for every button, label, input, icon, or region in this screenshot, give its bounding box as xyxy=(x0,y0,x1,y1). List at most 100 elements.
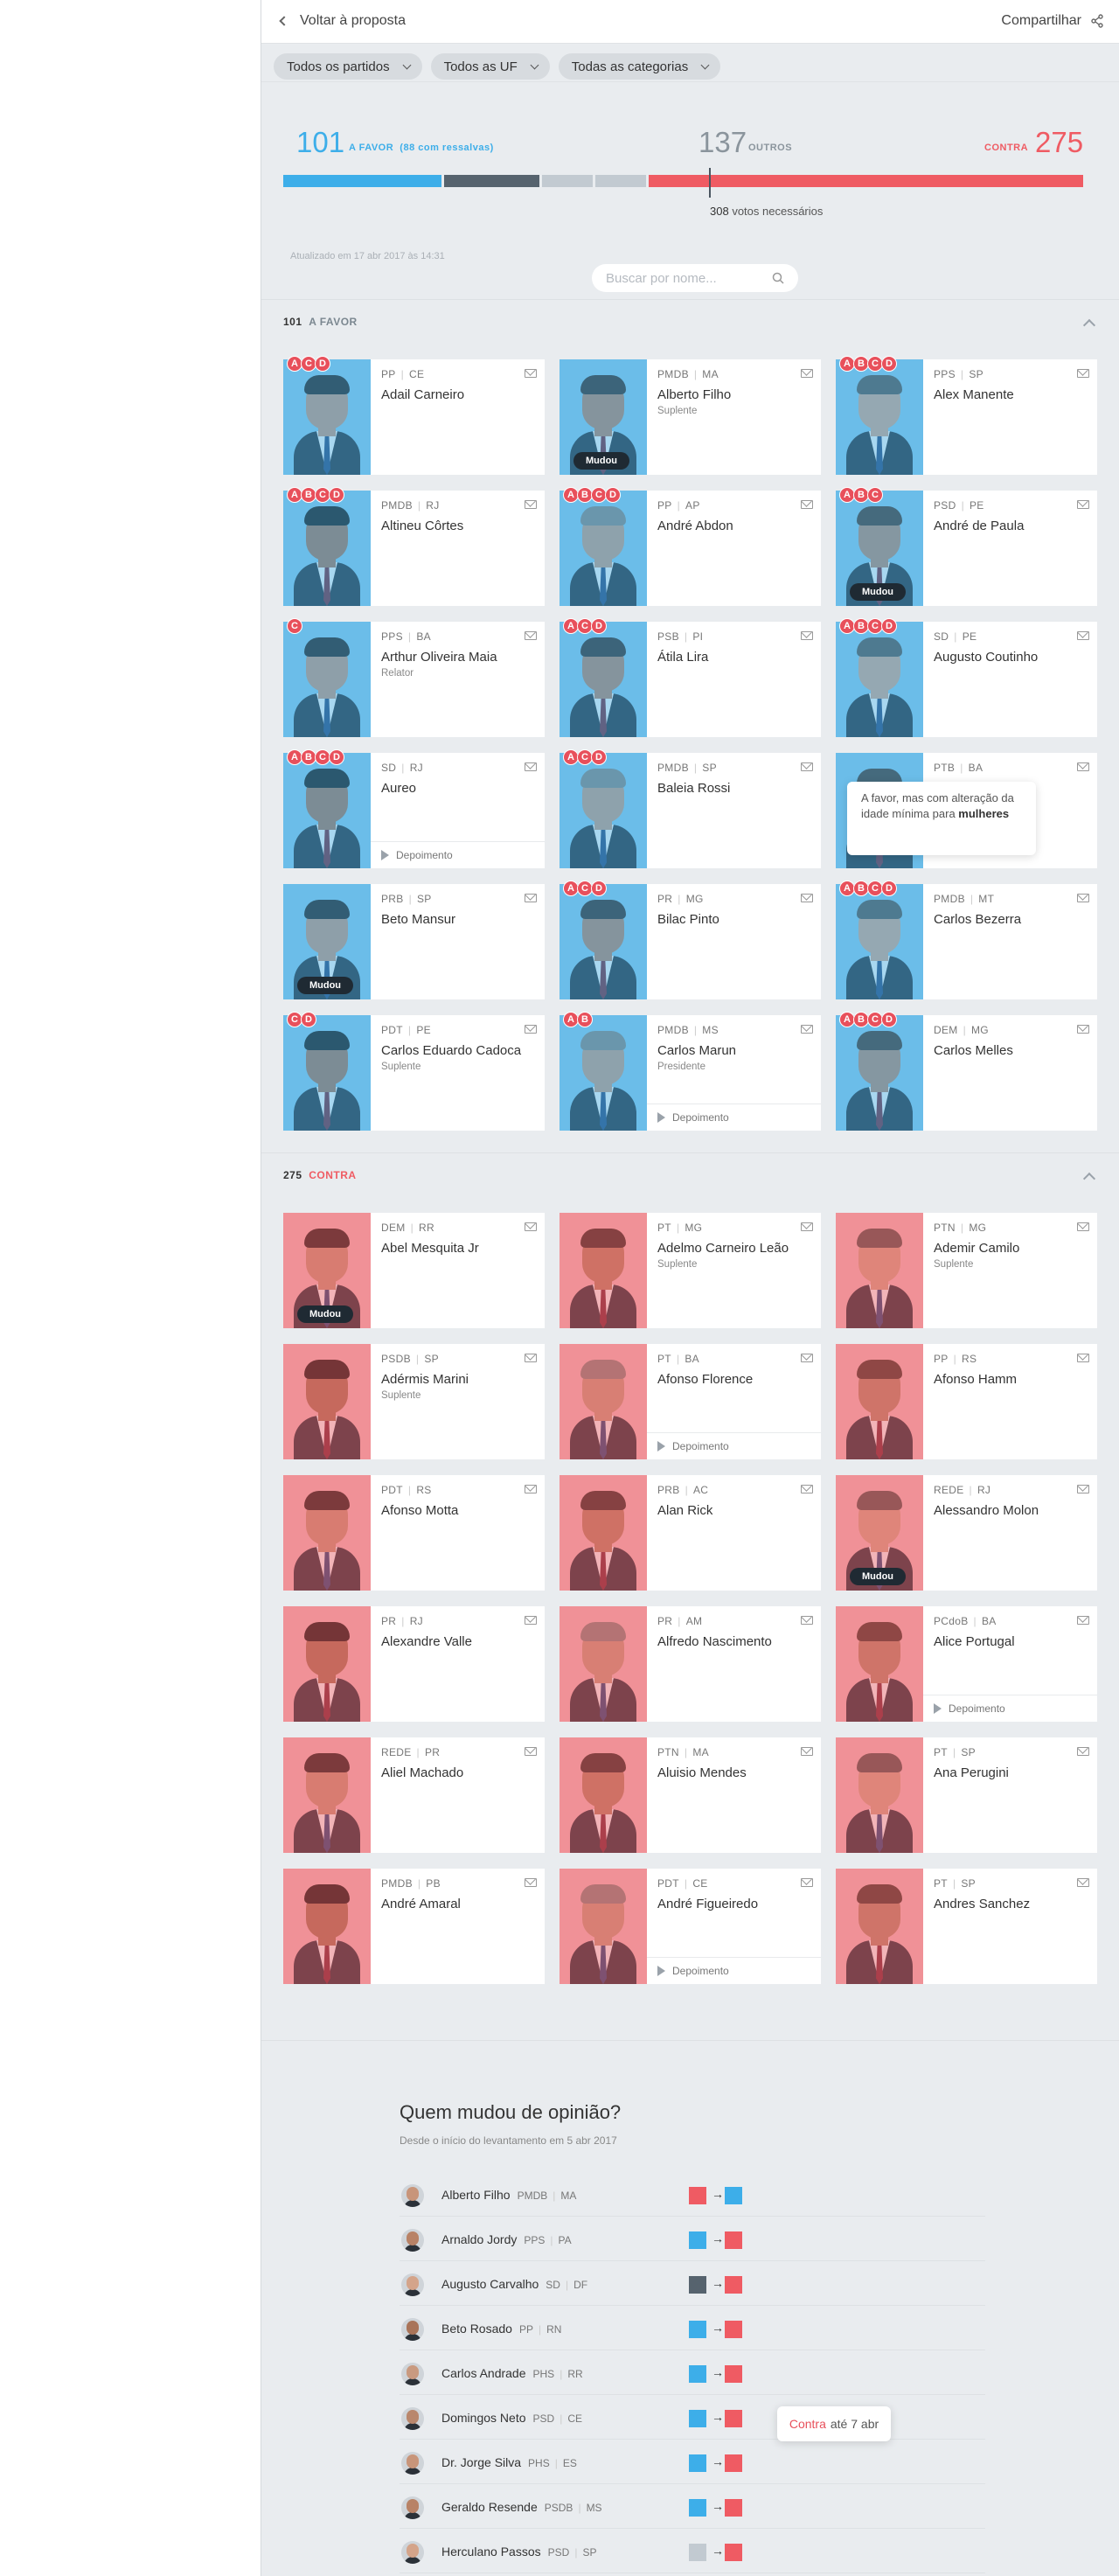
contra-card[interactable]: PTN | MA Aluisio Mendes xyxy=(560,1737,821,1853)
favor-card[interactable]: C PPS | BA Arthur Oliveira Maia Relator xyxy=(283,618,545,737)
mail-icon[interactable] xyxy=(525,1222,537,1231)
mail-icon[interactable] xyxy=(801,1354,813,1362)
favor-label: A FAVOR (88 com ressalvas) xyxy=(349,143,494,153)
change-row[interactable]: Domingos Neto PSD | CE → xyxy=(400,2395,985,2440)
change-row[interactable]: Geraldo Resende PSDB | MS → xyxy=(400,2484,985,2529)
favor-card[interactable]: A B C D SD | RJ Aureo Depoimento xyxy=(283,749,545,868)
favor-card[interactable]: A B C D SD | PE Augusto Coutinho xyxy=(836,618,1097,737)
mail-icon[interactable] xyxy=(801,894,813,902)
mail-icon[interactable] xyxy=(525,762,537,771)
collapse-icon[interactable] xyxy=(1082,1172,1096,1186)
mail-icon[interactable] xyxy=(1077,762,1089,771)
contra-card[interactable]: PSDB | SP Adérmis Marini Suplente xyxy=(283,1344,545,1459)
favor-card[interactable]: A C D PP | CE Adail Carneiro xyxy=(283,356,545,475)
back-link[interactable]: Voltar à proposta xyxy=(279,13,406,29)
change-row[interactable]: Augusto Carvalho SD | DF → xyxy=(400,2261,985,2306)
search-input[interactable]: Buscar por nome... xyxy=(606,271,717,286)
mail-icon[interactable] xyxy=(801,762,813,771)
favor-card[interactable]: C D PDT | PE Carlos Eduardo Cadoca Suplente xyxy=(283,1012,545,1131)
mail-icon[interactable] xyxy=(801,1485,813,1493)
mail-icon[interactable] xyxy=(801,1616,813,1625)
favor-card[interactable]: A B PMDB | MS Carlos Marun Presidente Depoiment… xyxy=(560,1012,821,1131)
change-row[interactable]: Herculano Passos PSD | SP → xyxy=(400,2529,985,2573)
mail-icon[interactable] xyxy=(525,500,537,509)
search-box[interactable]: Buscar por nome... xyxy=(592,264,798,292)
play-icon xyxy=(381,850,389,860)
depoimento-link[interactable]: Depoimento xyxy=(371,841,545,868)
contra-card[interactable]: Mudou REDE | RJ Alessandro Molon xyxy=(836,1475,1097,1591)
contra-card[interactable]: PR | AM Alfredo Nascimento xyxy=(560,1606,821,1722)
mail-icon[interactable] xyxy=(525,369,537,378)
mail-icon[interactable] xyxy=(525,631,537,640)
mail-icon[interactable] xyxy=(1077,369,1089,378)
favor-card[interactable]: A B C D PMDB | MT Carlos Bezerra xyxy=(836,881,1097,999)
contra-card[interactable]: REDE | PR Aliel Machado xyxy=(283,1737,545,1853)
mail-icon[interactable] xyxy=(1077,1616,1089,1625)
mail-icon[interactable] xyxy=(1077,1747,1089,1756)
depoimento-link[interactable]: Depoimento xyxy=(647,1104,821,1131)
depoimento-link[interactable]: Depoimento xyxy=(647,1432,821,1459)
mail-icon[interactable] xyxy=(525,894,537,902)
depoimento-link[interactable]: Depoimento xyxy=(647,1957,821,1984)
change-row[interactable]: Beto Rosado PP | RN → xyxy=(400,2306,985,2350)
mail-icon[interactable] xyxy=(801,1025,813,1034)
mail-icon[interactable] xyxy=(801,631,813,640)
mail-icon[interactable] xyxy=(801,500,813,509)
mail-icon[interactable] xyxy=(525,1616,537,1625)
contra-card[interactable]: PTN | MG Ademir Camilo Suplente xyxy=(836,1213,1097,1328)
change-row[interactable]: Carlos Andrade PHS | RR → xyxy=(400,2350,985,2395)
mail-icon[interactable] xyxy=(801,1747,813,1756)
contra-card[interactable]: PR | RJ Alexandre Valle xyxy=(283,1606,545,1722)
mail-icon[interactable] xyxy=(525,1878,537,1887)
favor-card[interactable]: A B C D PPS | SP Alex Manente xyxy=(836,356,1097,475)
favor-card[interactable]: A C D PSB | PI Átila Lira xyxy=(560,618,821,737)
mail-icon[interactable] xyxy=(525,1485,537,1493)
mail-icon[interactable] xyxy=(1077,894,1089,902)
contra-card[interactable]: PT | MG Adelmo Carneiro Leão Suplente xyxy=(560,1213,821,1328)
mail-icon[interactable] xyxy=(525,1025,537,1034)
collapse-icon[interactable] xyxy=(1082,318,1096,332)
mail-icon[interactable] xyxy=(525,1747,537,1756)
mail-icon[interactable] xyxy=(801,1878,813,1887)
favor-card[interactable]: A B C D PP | AP André Abdon xyxy=(560,487,821,606)
mail-icon[interactable] xyxy=(1077,1878,1089,1887)
mail-icon[interactable] xyxy=(801,1222,813,1231)
change-row[interactable]: Arnaldo Jordy PPS | PA → xyxy=(400,2217,985,2261)
contra-card[interactable]: PT | SP Ana Perugini xyxy=(836,1737,1097,1853)
contra-card[interactable]: PT | BA Afonso Florence Depoimento xyxy=(560,1344,821,1459)
group-contra-header[interactable]: 275 CONTRA xyxy=(283,1169,357,1181)
filter-category[interactable]: Todas as categorias xyxy=(558,53,721,80)
contra-card[interactable]: PMDB | PB André Amaral xyxy=(283,1869,545,1984)
favor-card[interactable]: Mudou PMDB | MA Alberto Filho Suplente xyxy=(560,359,821,475)
change-row[interactable]: Dr. Jorge Silva PHS | ES → xyxy=(400,2440,985,2484)
mail-icon[interactable] xyxy=(1077,500,1089,509)
favor-card[interactable]: Mudou A B C PSD | PE André de Paula xyxy=(836,487,1097,606)
mail-icon[interactable] xyxy=(1077,1025,1089,1034)
favor-card[interactable]: A C D PMDB | SP Baleia Rossi xyxy=(560,749,821,868)
mail-icon[interactable] xyxy=(1077,1485,1089,1493)
favor-card[interactable]: A B C D DEM | MG Carlos Melles xyxy=(836,1012,1097,1131)
contra-card[interactable]: PCdoB | BA Alice Portugal Depoimento xyxy=(836,1606,1097,1722)
contra-card[interactable]: PT | SP Andres Sanchez xyxy=(836,1869,1097,1984)
contra-card[interactable]: PDT | CE André Figueiredo Depoimento xyxy=(560,1869,821,1984)
mail-icon[interactable] xyxy=(1077,1354,1089,1362)
group-favor-header[interactable]: 101 A FAVOR xyxy=(283,316,358,328)
change-row[interactable]: Alberto Filho PMDB | MA → xyxy=(400,2172,985,2217)
contra-card[interactable]: PDT | RS Afonso Motta xyxy=(283,1475,545,1591)
separator: | xyxy=(416,1746,420,1758)
depoimento-link[interactable]: Depoimento xyxy=(923,1695,1097,1722)
favor-card[interactable]: Mudou PRB | SP Beto Mansur xyxy=(283,884,545,999)
mail-icon[interactable] xyxy=(525,1354,537,1362)
mail-icon[interactable] xyxy=(801,369,813,378)
filter-uf[interactable]: Todos as UF xyxy=(430,53,550,80)
contra-card[interactable]: Mudou DEM | RR Abel Mesquita Jr xyxy=(283,1213,545,1328)
mail-icon[interactable] xyxy=(1077,1222,1089,1231)
favor-card[interactable]: A C D PR | MG Bilac Pinto xyxy=(560,881,821,999)
contra-card[interactable]: PP | RS Afonso Hamm xyxy=(836,1344,1097,1459)
filter-party[interactable]: Todos os partidos xyxy=(274,53,422,80)
mail-icon[interactable] xyxy=(1077,631,1089,640)
favor-card[interactable]: A B C D PMDB | RJ Altineu Côrtes xyxy=(283,487,545,606)
share-button[interactable]: Compartilhar xyxy=(1001,13,1104,29)
contra-card[interactable]: PRB | AC Alan Rick xyxy=(560,1475,821,1591)
deputy-name: Afonso Hamm xyxy=(934,1372,1018,1387)
